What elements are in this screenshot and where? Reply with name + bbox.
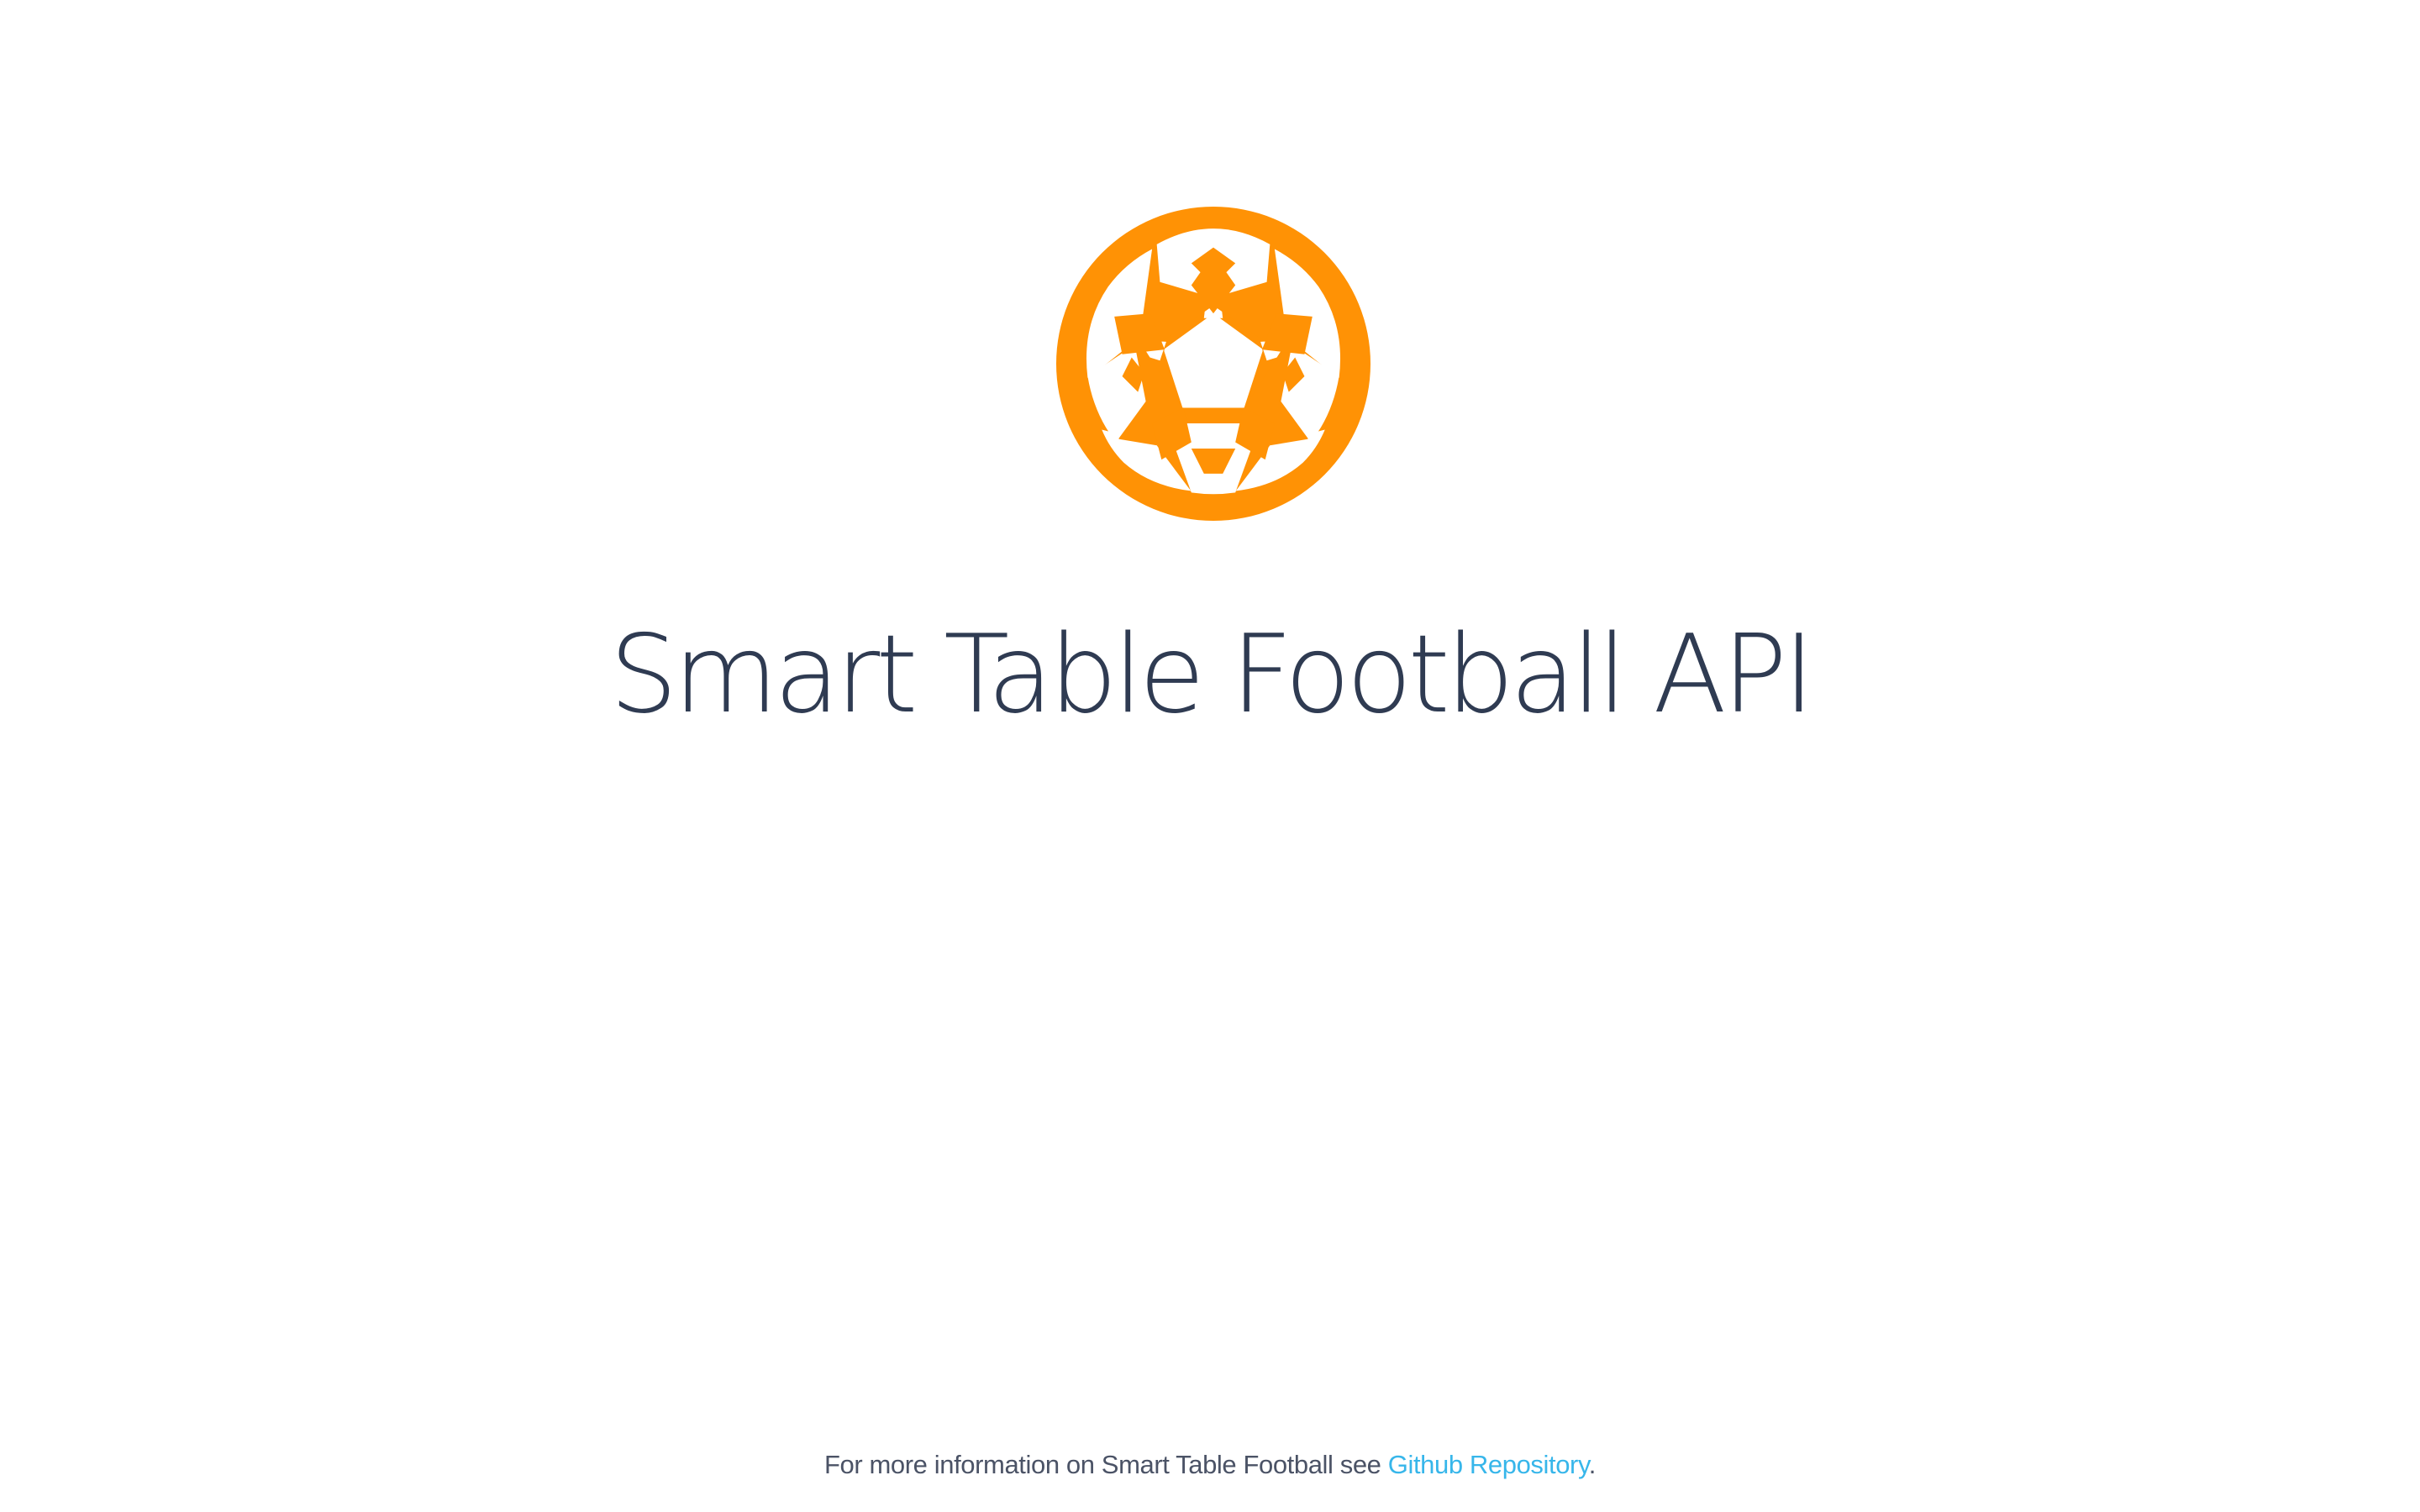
footer-prefix: For more information on Smart Table Foot… xyxy=(823,1450,1388,1479)
footer-text: For more information on Smart Table Foot… xyxy=(0,1446,2420,1483)
footer-suffix: . xyxy=(1588,1450,1597,1479)
page: Smart Table Football API For more inform… xyxy=(0,0,2420,1512)
github-repository-link[interactable]: Github Repository xyxy=(1388,1450,1589,1479)
soccer-ball-icon xyxy=(1056,207,1370,521)
logo xyxy=(1056,207,1370,521)
page-title: Smart Table Football API xyxy=(609,612,1814,738)
